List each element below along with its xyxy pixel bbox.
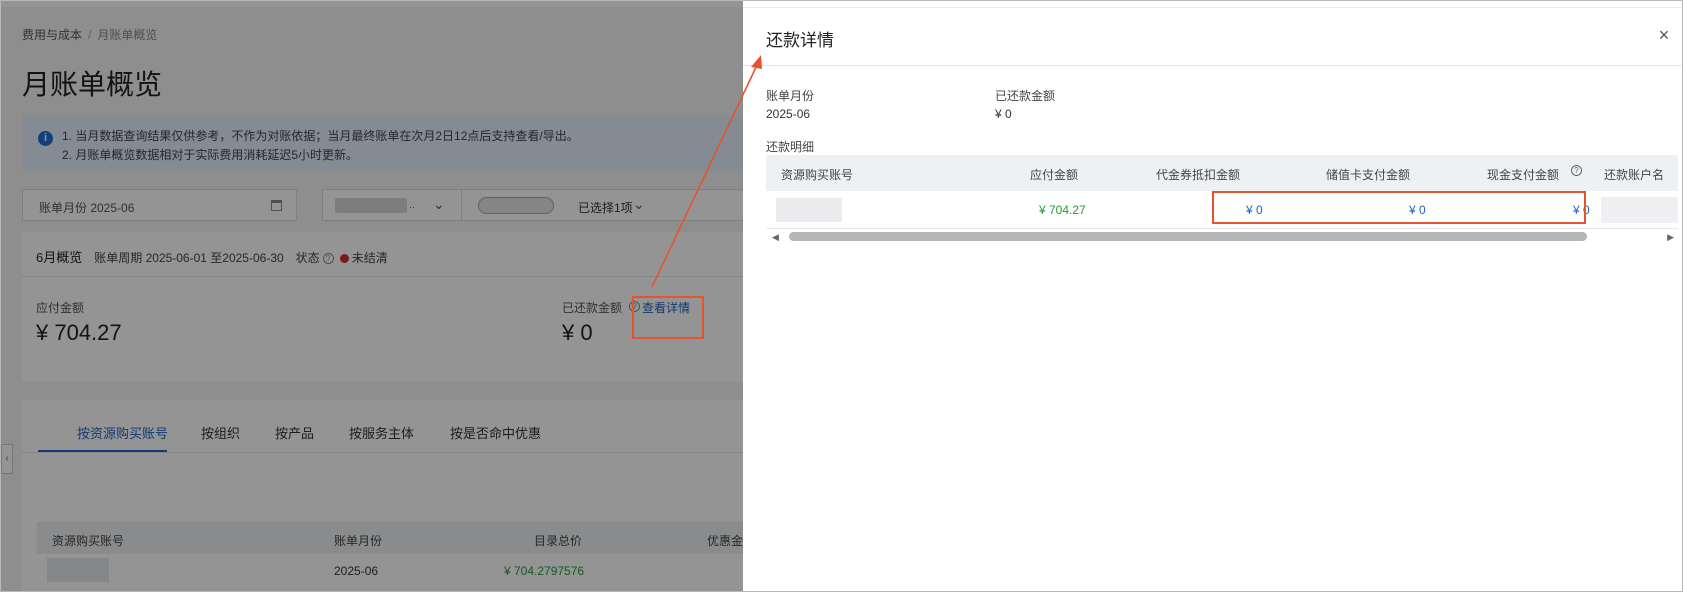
drawer-header-divider	[743, 65, 1682, 66]
help-icon[interactable]: ?	[1571, 165, 1582, 176]
scroll-right-icon[interactable]: ▶	[1667, 232, 1674, 243]
repayment-detail-section-label: 还款明细	[766, 140, 815, 154]
bill-month-label: 账单月份	[766, 89, 815, 103]
drawer-top-edge	[743, 7, 1682, 8]
row-due-amount: ¥ 704.27	[1039, 203, 1086, 217]
annotation-highlight-zero-amounts	[1212, 191, 1586, 224]
scroll-left-icon[interactable]: ◀	[772, 232, 779, 243]
column-header-due[interactable]: 应付金额	[1030, 166, 1078, 183]
horizontal-scrollbar[interactable]: ◀ ▶	[766, 229, 1678, 243]
drawer-title: 还款详情	[766, 31, 834, 51]
column-header-repay-account[interactable]: 还款账户名	[1604, 166, 1664, 183]
bill-month-value: 2025-06	[766, 107, 811, 121]
column-header-account[interactable]: 资源购买账号	[781, 166, 853, 183]
account-redacted	[776, 198, 842, 222]
scrollbar-thumb[interactable]	[789, 232, 1587, 241]
repaid-amount-label: 已还款金额	[995, 89, 1056, 103]
repaid-amount-value: ¥ 0	[995, 107, 1012, 121]
column-header-voucher[interactable]: 代金券抵扣金额	[1156, 166, 1240, 183]
annotation-highlight-view-detail	[632, 296, 704, 339]
close-icon[interactable]: ×	[1654, 25, 1674, 45]
repayment-detail-drawer: 还款详情 × 账单月份 2025-06 已还款金额 ¥ 0 还款明细 资源购买账…	[743, 1, 1682, 591]
column-header-stored-card[interactable]: 储值卡支付金额	[1326, 166, 1410, 183]
repay-account-redacted	[1601, 197, 1678, 223]
table-header: 资源购买账号 应付金额 代金券抵扣金额 储值卡支付金额 现金支付金额 ? 还款账…	[766, 155, 1678, 191]
column-header-cash[interactable]: 现金支付金额	[1487, 166, 1559, 183]
screenshot-frame: 费用与成本 / 月账单概览 月账单概览 i 1. 当月数据查询结果仅供参考，不作为对…	[0, 0, 1683, 592]
